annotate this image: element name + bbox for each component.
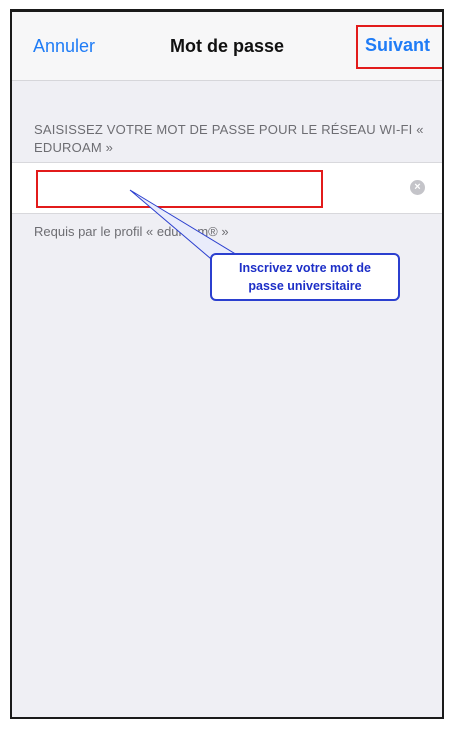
phone-screen: Annuler Mot de passe Suivant SAISISSEZ V… xyxy=(10,9,444,719)
callout-pointer xyxy=(129,189,254,265)
callout-line-2: passe universitaire xyxy=(248,279,362,293)
annotation-callout: Inscrivez votre mot de passe universitai… xyxy=(210,253,400,301)
callout-line-1: Inscrivez votre mot de xyxy=(239,261,371,275)
